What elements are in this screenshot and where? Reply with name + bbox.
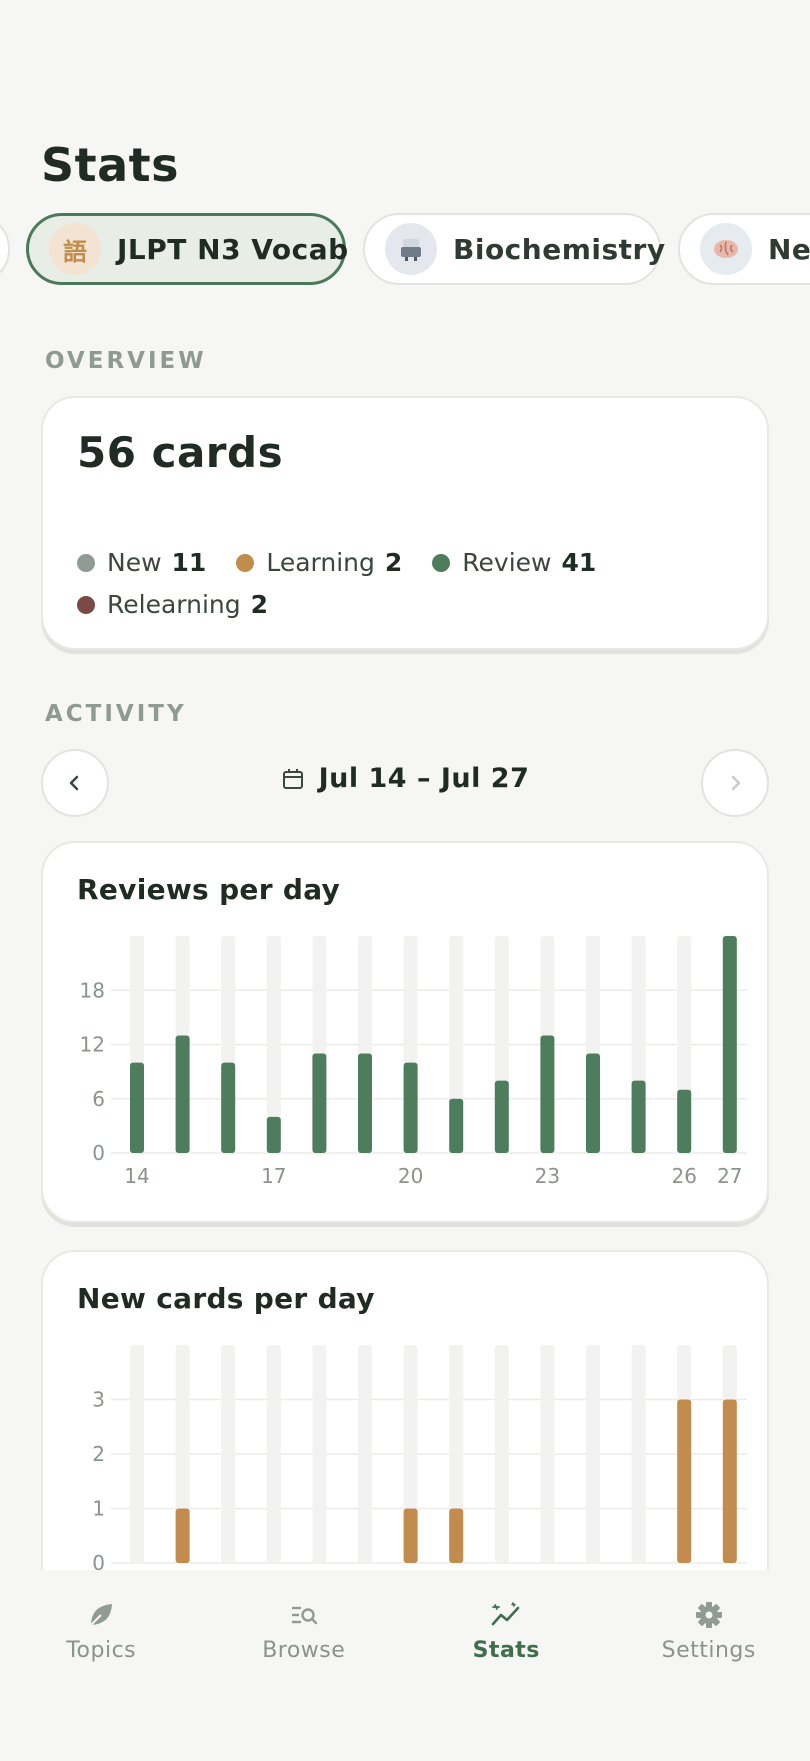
nav-topics[interactable]: Topics <box>0 1570 203 1761</box>
bar <box>722 936 737 1153</box>
legend-label: Review <box>462 548 552 577</box>
chevron-right-icon <box>731 775 741 791</box>
kanji-icon: 語 <box>49 223 101 275</box>
bar <box>631 1080 646 1153</box>
legend-relearning: Relearning 2 <box>77 590 268 619</box>
legend-row: Relearning 2 <box>77 590 298 619</box>
bar <box>449 1508 464 1563</box>
topic-chip-biochemistry[interactable]: Biochemistry <box>363 213 665 285</box>
chip-label: Biochemistry <box>453 232 666 266</box>
bar-track <box>631 1345 646 1563</box>
lab-icon-svg <box>401 239 421 261</box>
nav-label: Stats <box>472 1638 540 1663</box>
bar <box>586 1053 600 1153</box>
y-tick-label: 12 <box>80 1033 105 1057</box>
bar-track <box>586 1345 600 1563</box>
reviews-chart-card: Reviews per day 0 6 12 18 14 17 20 23 26 27 <box>41 841 769 1223</box>
bar <box>722 1399 737 1563</box>
chip-label: JLPT N3 Vocab <box>117 232 349 266</box>
bar-track <box>358 1345 372 1563</box>
y-tick-label: 6 <box>92 1087 105 1111</box>
legend-dot-learning <box>236 553 255 572</box>
x-tick-label: 23 <box>535 1164 560 1188</box>
y-tick-label: 0 <box>92 1141 105 1165</box>
bar <box>449 1098 464 1153</box>
bar-track <box>494 1345 509 1563</box>
browse-search-icon <box>291 1606 317 1625</box>
topic-chip-row[interactable]: 語 JLPT N3 Vocab Biochemistry Neu <box>0 213 810 287</box>
bar <box>403 1062 418 1153</box>
nav-label: Browse <box>262 1638 346 1663</box>
bar-track <box>540 1345 555 1563</box>
x-tick-label: 20 <box>398 1164 423 1188</box>
topic-chip-partial[interactable] <box>0 213 10 285</box>
legend-value: 41 <box>561 548 597 577</box>
legend-value: 2 <box>250 590 269 619</box>
legend-dot-review <box>432 553 451 572</box>
legend-value: 11 <box>171 548 207 577</box>
bar-track <box>312 1345 327 1563</box>
legend-label: New <box>107 548 162 577</box>
next-range-button[interactable] <box>701 749 769 817</box>
bar <box>175 1508 190 1563</box>
legend-learning: Learning 2 <box>236 548 402 577</box>
bar <box>540 1035 555 1153</box>
topic-chip-neu[interactable]: Neu <box>678 213 810 285</box>
bar-track <box>130 1345 144 1563</box>
reviews-chart: 0 6 12 18 14 17 20 23 26 27 <box>80 936 747 1188</box>
overview-card: 56 cards New 11 Learning 2 Review 41 Rel… <box>41 396 769 650</box>
y-tick-label: 1 <box>92 1497 105 1521</box>
leaf-icon <box>90 1604 113 1626</box>
bar-track <box>221 1345 236 1563</box>
legend-dot-relearning <box>77 595 95 614</box>
brain-icon-svg <box>714 240 738 258</box>
bar <box>358 1053 372 1153</box>
bar <box>175 1035 190 1153</box>
bar <box>677 1089 692 1153</box>
activity-section-label: ACTIVITY <box>45 701 187 727</box>
nav-label: Settings <box>661 1638 756 1663</box>
nav-stats[interactable]: Stats <box>405 1570 608 1761</box>
x-tick-label: 14 <box>124 1164 149 1188</box>
legend-row: New 11 Learning 2 Review 41 <box>77 548 626 577</box>
bar <box>312 1053 327 1153</box>
date-range-label: Jul 14 – Jul 27 <box>318 763 530 794</box>
bar <box>221 1062 236 1153</box>
x-tick-label: 17 <box>261 1164 286 1188</box>
legend-label: Learning <box>266 548 375 577</box>
x-tick-label: 26 <box>671 1164 696 1188</box>
legend-dot-new <box>77 553 95 572</box>
y-tick-label: 3 <box>92 1388 105 1412</box>
bar <box>266 1116 281 1153</box>
legend-new: New 11 <box>77 548 206 577</box>
y-tick-label: 2 <box>92 1442 105 1466</box>
card-count: 56 cards <box>77 428 284 477</box>
topic-chip-jlpt-n3-vocab[interactable]: 語 JLPT N3 Vocab <box>26 213 349 285</box>
bottom-navigation: Topics Browse Stats Settings <box>0 1570 810 1761</box>
bar-track <box>266 1345 281 1563</box>
lab-icon <box>385 223 437 275</box>
bar <box>677 1399 692 1563</box>
legend-value: 2 <box>384 548 403 577</box>
nav-browse[interactable]: Browse <box>203 1570 406 1761</box>
legend-label: Relearning <box>107 590 241 619</box>
nav-settings[interactable]: Settings <box>608 1570 810 1761</box>
calendar-icon <box>282 768 303 789</box>
legend-review: Review 41 <box>432 548 596 577</box>
bar <box>130 1062 144 1153</box>
bar <box>494 1080 509 1153</box>
brain-icon <box>700 223 752 275</box>
overview-section-label: OVERVIEW <box>45 348 207 374</box>
gear-icon <box>695 1602 722 1628</box>
y-tick-label: 18 <box>80 978 105 1002</box>
nav-label: Topics <box>66 1638 137 1663</box>
bar <box>403 1508 418 1563</box>
x-tick-label: 27 <box>717 1164 742 1188</box>
page-title: Stats <box>41 138 180 192</box>
stats-icon <box>491 1602 520 1626</box>
date-range[interactable]: Jul 14 – Jul 27 <box>0 763 810 794</box>
chip-label: Neu <box>768 232 810 266</box>
